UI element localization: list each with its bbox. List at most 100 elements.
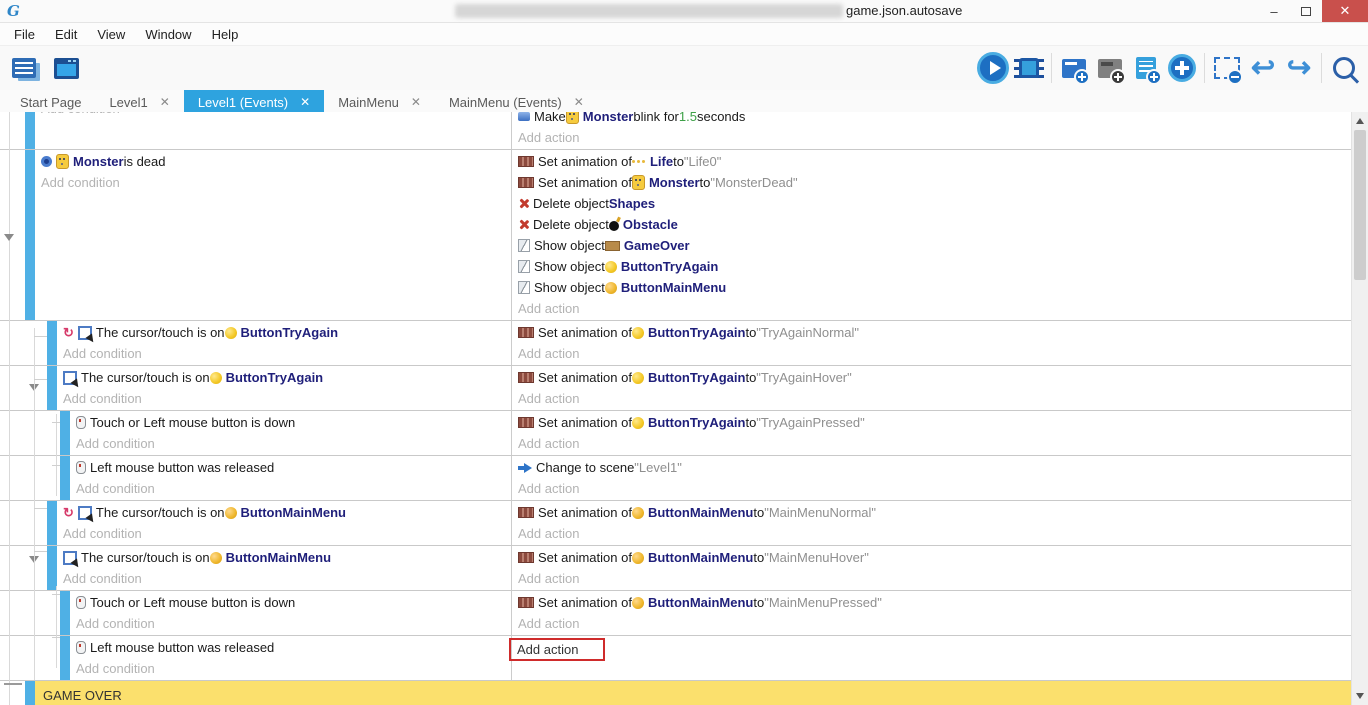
search-button[interactable]	[1326, 49, 1362, 87]
action-line[interactable]: Set animation of ButtonTryAgain to "TryA…	[512, 367, 1352, 388]
add-action-link[interactable]: Add action	[512, 388, 1352, 409]
tab-level1-events-[interactable]: Level1 (Events)✕	[184, 90, 324, 114]
event-rail[interactable]	[47, 366, 57, 410]
action-line[interactable]: Delete object Obstacle	[512, 214, 1352, 235]
delete-selection-button[interactable]	[1209, 49, 1245, 87]
action-line[interactable]: Set animation of ButtonMainMenu to "Main…	[512, 502, 1352, 523]
action-line[interactable]: Show object ButtonTryAgain	[512, 256, 1352, 277]
condition-line[interactable]: Touch or Left mouse button is down	[70, 592, 511, 613]
add-action-link[interactable]: Add action	[512, 478, 1352, 499]
action-line[interactable]: Set animation of ButtonTryAgain to "TryA…	[512, 412, 1352, 433]
add-action-link[interactable]: Add action	[512, 127, 1352, 148]
text-segment: Monster	[649, 175, 700, 190]
tab-start-page[interactable]: Start Page	[6, 90, 95, 114]
event-rail[interactable]	[25, 681, 35, 705]
button-mainmenu-icon	[632, 507, 644, 519]
add-circle-button[interactable]	[1164, 49, 1200, 87]
menu-item-window[interactable]: Window	[135, 23, 201, 45]
action-line[interactable]: Change to scene "Level1"	[512, 457, 1352, 478]
add-condition-link[interactable]: Add condition	[70, 658, 511, 679]
scroll-down-icon[interactable]	[1356, 693, 1364, 699]
action-line[interactable]: Set animation of ButtonTryAgain to "TryA…	[512, 322, 1352, 343]
add-action-link-highlighted[interactable]: Add action	[509, 638, 605, 661]
condition-line[interactable]: The cursor/touch is on ButtonMainMenu	[57, 547, 511, 568]
tab-close-icon[interactable]: ✕	[300, 95, 310, 109]
condition-line[interactable]: Left mouse button was released	[70, 637, 511, 658]
condition-line[interactable]: Touch or Left mouse button is down	[70, 412, 511, 433]
action-line[interactable]: Set animation of Monster to "MonsterDead…	[512, 172, 1352, 193]
add-condition-link[interactable]: Add condition	[70, 433, 511, 454]
event-rail[interactable]	[60, 591, 70, 635]
action-line[interactable]: Set animation of ButtonMainMenu to "Main…	[512, 547, 1352, 568]
add-condition-link[interactable]: Add condition	[57, 568, 511, 589]
condition-line[interactable]: The cursor/touch is on ButtonTryAgain	[57, 322, 511, 343]
redo-button[interactable]	[1281, 49, 1317, 87]
restore-button[interactable]	[1290, 0, 1322, 22]
event-rail[interactable]	[47, 501, 57, 545]
tab-mainmenu[interactable]: MainMenu✕	[324, 90, 435, 114]
tab-close-icon[interactable]: ✕	[411, 95, 421, 109]
event-rail[interactable]	[60, 456, 70, 500]
add-action-link[interactable]: Add action	[512, 343, 1352, 364]
debug-button[interactable]	[1011, 49, 1047, 87]
play-button[interactable]	[975, 49, 1011, 87]
add-condition-link[interactable]: Add condition	[57, 523, 511, 544]
debug-icon	[1014, 54, 1044, 82]
tab-level1[interactable]: Level1✕	[95, 90, 183, 114]
project-manager-button[interactable]	[6, 49, 42, 87]
tab-mainmenu-events-[interactable]: MainMenu (Events)✕	[435, 90, 598, 114]
action-line[interactable]: Delete object Shapes	[512, 193, 1352, 214]
event-rail[interactable]	[60, 411, 70, 455]
add-event-button[interactable]	[1056, 49, 1092, 87]
add-condition-link[interactable]: Add condition	[70, 613, 511, 634]
add-condition-link[interactable]: Add condition	[57, 388, 511, 409]
menu-item-edit[interactable]: Edit	[45, 23, 87, 45]
expander-icon[interactable]	[4, 234, 14, 241]
action-line[interactable]: Show object ButtonMainMenu	[512, 277, 1352, 298]
menu-item-help[interactable]: Help	[202, 23, 249, 45]
condition-line[interactable]: The cursor/touch is on ButtonTryAgain	[57, 367, 511, 388]
event-rail[interactable]	[60, 636, 70, 680]
scrollbar-thumb[interactable]	[1354, 130, 1366, 280]
text-segment: ButtonTryAgain	[621, 259, 719, 274]
add-subevent-button[interactable]	[1092, 49, 1128, 87]
tab-close-icon[interactable]: ✕	[160, 95, 170, 109]
event-row: Monster is deadAdd conditionSet animatio…	[0, 150, 1352, 321]
action-line[interactable]: Make Monster blink for 1.5 seconds	[512, 112, 1352, 127]
action-line[interactable]: Set animation of Life to "Life0"	[512, 151, 1352, 172]
event-rail[interactable]	[47, 546, 57, 590]
add-action-link[interactable]: Add action	[512, 613, 1352, 634]
comment-row[interactable]: GAME OVER	[0, 681, 1352, 705]
restore-icon	[1301, 7, 1311, 16]
add-condition-link[interactable]: Add condition	[35, 172, 511, 193]
add-action-link[interactable]: Add action	[512, 298, 1352, 319]
tab-close-icon[interactable]: ✕	[574, 95, 584, 109]
text-segment: "TryAgainHover"	[756, 370, 851, 385]
close-button[interactable]: ✕	[1322, 0, 1368, 22]
event-rail[interactable]	[25, 112, 35, 149]
add-condition-link[interactable]: Add condition	[57, 343, 511, 364]
action-line[interactable]: Show object GameOver	[512, 235, 1352, 256]
scene-window-button[interactable]	[48, 49, 84, 87]
add-action-link[interactable]: Add action	[512, 433, 1352, 454]
add-action-link[interactable]: Add action	[512, 523, 1352, 544]
scroll-up-icon[interactable]	[1356, 118, 1364, 124]
add-condition-link[interactable]: Add condition	[35, 112, 511, 119]
menu-item-view[interactable]: View	[87, 23, 135, 45]
add-condition-link[interactable]: Add condition	[70, 478, 511, 499]
condition-line[interactable]: Monster is dead	[35, 151, 511, 172]
minimize-button[interactable]: –	[1258, 0, 1290, 22]
event-rail[interactable]	[47, 321, 57, 365]
add-action-link[interactable]: Add action	[512, 568, 1352, 589]
condition-line[interactable]: Left mouse button was released	[70, 457, 511, 478]
add-comment-button[interactable]	[1128, 49, 1164, 87]
action-line[interactable]: Set animation of ButtonMainMenu to "Main…	[512, 592, 1352, 613]
menu-item-file[interactable]: File	[4, 23, 45, 45]
mouse-icon	[76, 596, 86, 609]
fold-dash-icon[interactable]	[4, 683, 22, 685]
undo-button[interactable]	[1245, 49, 1281, 87]
condition-line[interactable]: The cursor/touch is on ButtonMainMenu	[57, 502, 511, 523]
text-segment: "Level1"	[634, 460, 682, 475]
event-rail[interactable]	[25, 150, 35, 320]
vertical-scrollbar[interactable]	[1351, 112, 1368, 705]
